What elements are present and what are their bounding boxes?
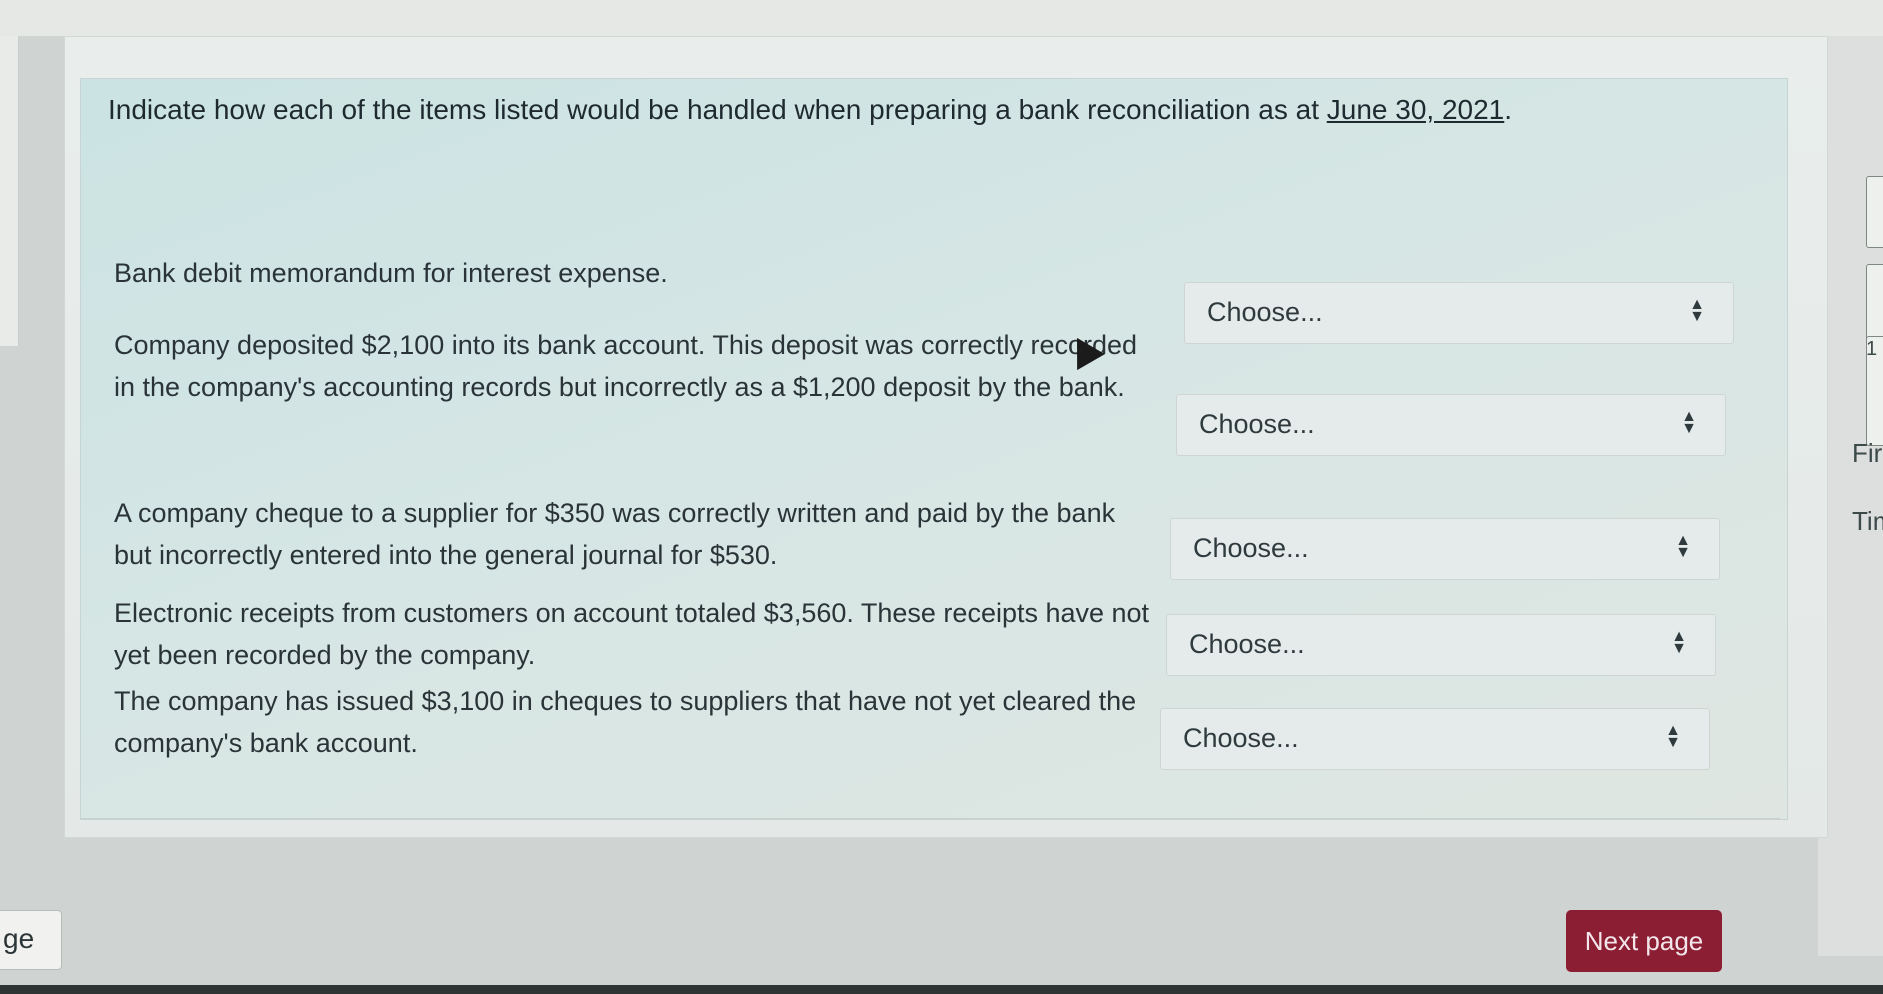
item-text: The company has issued $3,100 in cheques… bbox=[114, 686, 1137, 758]
question-number: 1 bbox=[1866, 338, 1878, 360]
select-value: Choose... bbox=[1199, 409, 1315, 439]
select-value: Choose... bbox=[1189, 629, 1305, 659]
answer-select[interactable]: Choose... ▲ ▼ bbox=[1166, 614, 1716, 676]
updown-arrows-icon: ▲ ▼ bbox=[1671, 628, 1687, 657]
question-text: Indicate how each of the items listed wo… bbox=[108, 92, 1668, 128]
select-value: Choose... bbox=[1207, 297, 1323, 327]
updown-arrows-icon: ▲ ▼ bbox=[1689, 296, 1705, 325]
next-page-button[interactable]: Next page bbox=[1566, 910, 1722, 972]
screen-bezel bbox=[0, 985, 1883, 994]
left-panel-edge bbox=[0, 36, 19, 346]
updown-arrows-icon: ▲ ▼ bbox=[1675, 532, 1691, 561]
answer-select[interactable]: Choose... ▲ ▼ bbox=[1184, 282, 1734, 344]
question-text-prefix: Indicate how each of the items listed wo… bbox=[108, 94, 1327, 125]
browser-top-strip bbox=[0, 0, 1883, 36]
answer-select[interactable]: Choose... ▲ ▼ bbox=[1176, 394, 1726, 456]
question-text-suffix: . bbox=[1504, 94, 1513, 125]
answer-select[interactable]: Choose... ▲ ▼ bbox=[1170, 518, 1720, 580]
time-left-label: Tim bbox=[1852, 506, 1883, 536]
item-text: Bank debit memorandum for interest expen… bbox=[114, 258, 668, 288]
item-text: Company deposited $2,100 into its bank a… bbox=[114, 330, 1138, 402]
item-text: A company cheque to a supplier for $350 … bbox=[114, 498, 1116, 570]
question-nav-box[interactable] bbox=[1866, 176, 1883, 248]
previous-page-button[interactable]: ge bbox=[0, 910, 62, 970]
updown-arrows-icon: ▲ ▼ bbox=[1665, 722, 1681, 751]
item-text: Electronic receipts from customers on ac… bbox=[114, 598, 1150, 670]
question-date: June 30, 2021 bbox=[1326, 94, 1505, 125]
updown-arrows-icon: ▲ ▼ bbox=[1681, 408, 1697, 437]
select-value: Choose... bbox=[1183, 723, 1299, 753]
finish-attempt-link[interactable]: Fir bbox=[1852, 438, 1882, 469]
answer-select[interactable]: Choose... ▲ ▼ bbox=[1160, 708, 1710, 770]
select-value: Choose... bbox=[1193, 533, 1309, 563]
divider bbox=[80, 818, 1780, 819]
